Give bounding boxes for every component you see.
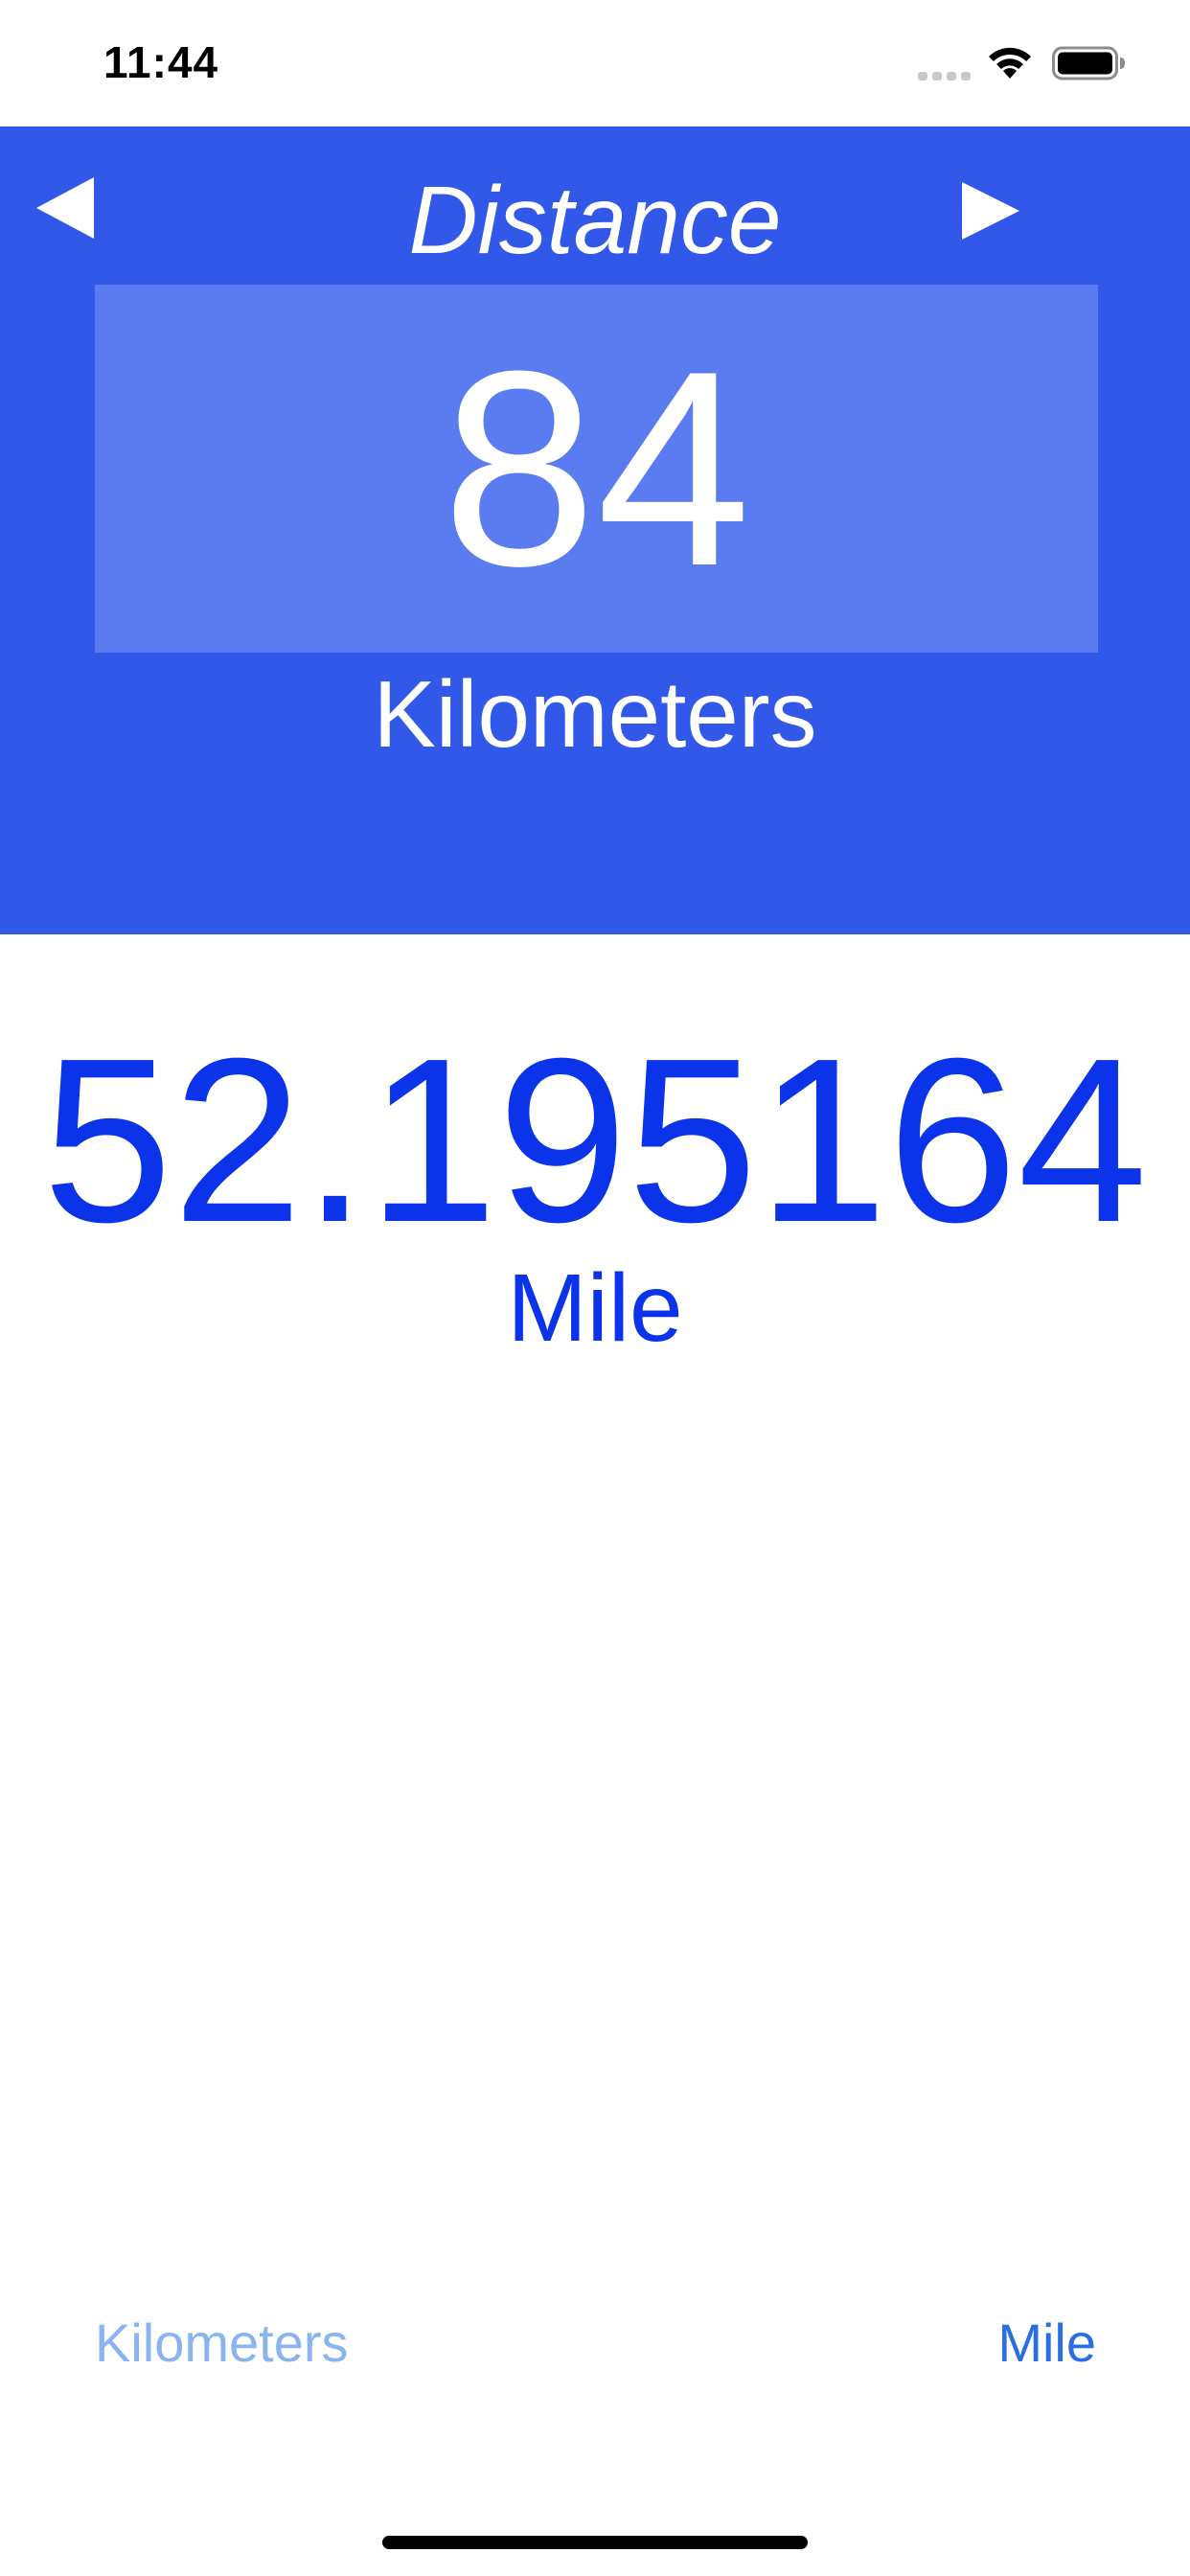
- input-value-field[interactable]: 84: [95, 285, 1098, 653]
- input-value: 84: [442, 313, 751, 624]
- to-unit-label: Mile: [507, 1254, 683, 1362]
- from-unit-label: Kilometers: [373, 661, 817, 767]
- status-time: 11:44: [103, 37, 219, 87]
- cellular-signal-icon: [918, 72, 971, 80]
- home-indicator[interactable]: [382, 2536, 808, 2549]
- battery-icon: [1052, 46, 1125, 80]
- unit-option-kilometers[interactable]: Kilometers: [95, 2310, 349, 2377]
- result-value: 52.195164: [42, 1009, 1148, 1271]
- triangle-right-icon[interactable]: [958, 180, 1021, 247]
- wifi-icon: [989, 47, 1031, 79]
- status-bar: 11:44: [0, 0, 1190, 126]
- converter-header-panel: Distance 84 Kilometers: [0, 126, 1190, 934]
- unit-option-mile[interactable]: Mile: [997, 2310, 1096, 2377]
